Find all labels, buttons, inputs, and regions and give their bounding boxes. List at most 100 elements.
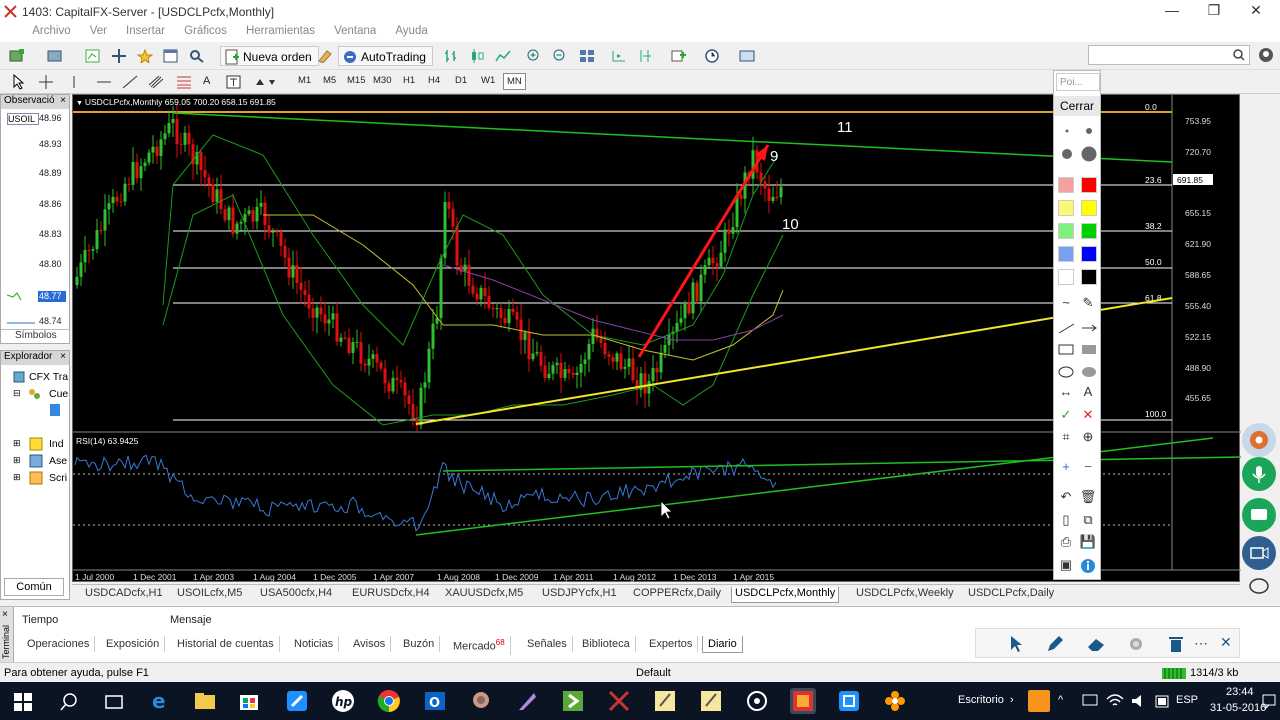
trash-icon[interactable]: 🗑 (1078, 489, 1098, 507)
symbols-tab[interactable]: Símbolos (1, 329, 69, 343)
menu-ver[interactable]: Ver (82, 24, 115, 38)
volume-icon[interactable] (1130, 693, 1148, 709)
candle-chart-icon[interactable] (466, 46, 488, 66)
chart-tab[interactable]: XAUUSDcfx,M5 (442, 587, 526, 603)
color-swatch[interactable] (1058, 177, 1074, 193)
search-icon[interactable] (1233, 49, 1245, 61)
tree-toggle[interactable]: ⊞ (13, 455, 21, 466)
chart-tab[interactable]: COPPERcfx,Daily (630, 587, 724, 603)
menu-graficos[interactable]: Gráficos (176, 24, 235, 38)
chat-icon[interactable] (1242, 498, 1276, 532)
tree-toggle[interactable]: ⊞ (13, 472, 21, 483)
flower-app-icon[interactable] (882, 688, 908, 714)
fibonacci-icon[interactable] (176, 75, 192, 89)
highlighter-icon[interactable] (1128, 636, 1144, 652)
tile-windows-icon[interactable] (576, 46, 598, 66)
horizontal-line-icon[interactable] (96, 75, 112, 89)
file-explorer-icon[interactable] (192, 688, 218, 714)
chart-tab[interactable]: USDJPYcfx,H1 (539, 587, 620, 603)
common-tab[interactable]: Común (4, 578, 64, 596)
clear-trash-icon[interactable] (1168, 635, 1184, 653)
navigator-close[interactable]: × (60, 351, 66, 362)
minimize-button[interactable]: — (1152, 2, 1192, 22)
desktop-chevron-icon[interactable]: › (1010, 694, 1014, 706)
autotrading-button[interactable]: AutoTrading (338, 46, 433, 66)
strategy-tester-icon[interactable] (186, 46, 208, 66)
tf-d1[interactable]: D1 (455, 75, 467, 86)
green-app-icon[interactable] (560, 688, 586, 714)
clock-date[interactable]: 31-05-2016 (1210, 702, 1266, 714)
battery-icon[interactable] (1154, 693, 1170, 709)
video-camera-icon[interactable] (1242, 536, 1276, 570)
symbol-cell[interactable]: USOIL (7, 113, 39, 125)
tab-biblioteca[interactable]: Biblioteca (577, 636, 636, 652)
chart-tab[interactable]: USA500cfx,H4 (257, 587, 335, 603)
tf-m1[interactable]: M1 (298, 75, 311, 86)
color-swatch[interactable] (1081, 200, 1097, 216)
media-icon[interactable] (744, 688, 770, 714)
crop-icon[interactable]: ⌗ (1056, 429, 1076, 447)
bar-chart-icon[interactable] (440, 46, 462, 66)
arrows-icon[interactable] (254, 75, 276, 89)
autoscroll-icon[interactable] (608, 46, 630, 66)
close-button[interactable]: ✕ (1236, 2, 1276, 22)
tf-h1[interactable]: H1 (403, 75, 415, 86)
tray-expand-icon[interactable]: ^ (1058, 694, 1063, 706)
trendline-icon[interactable] (122, 75, 138, 89)
brush-size-icon[interactable] (1058, 123, 1098, 163)
tab-buzon[interactable]: Buzón (398, 636, 441, 652)
tf-m15[interactable]: M15 (347, 75, 365, 86)
app-badge-icon[interactable] (1028, 690, 1050, 712)
vertical-line-icon[interactable] (72, 76, 76, 88)
pen-icon[interactable]: ~ (1056, 295, 1076, 313)
tree-item-experts[interactable]: Ase (49, 455, 67, 467)
market-watch-icon[interactable] (82, 46, 104, 66)
pen-tool-icon[interactable] (1046, 635, 1064, 653)
rectangle-icon[interactable] (1058, 343, 1098, 357)
favorites-icon[interactable] (134, 46, 156, 66)
notes-icon[interactable] (652, 688, 678, 714)
windows-start-icon[interactable] (14, 693, 32, 711)
color-swatch[interactable] (1058, 246, 1074, 262)
text-label-icon[interactable] (226, 75, 242, 89)
close-drawing-button[interactable]: Cerrar (1054, 96, 1100, 116)
plus-icon[interactable]: + (1056, 459, 1076, 477)
line-tools-icon[interactable] (1058, 321, 1098, 335)
outlook-icon[interactable]: O (422, 688, 448, 714)
menu-ayuda[interactable]: Ayuda (387, 24, 435, 38)
color-swatch[interactable] (1081, 269, 1097, 285)
tab-expertos[interactable]: Expertos (644, 636, 699, 652)
color-swatch[interactable] (1058, 223, 1074, 239)
zoom-in-icon[interactable] (524, 46, 546, 66)
menu-ventana[interactable]: Ventana (326, 24, 384, 38)
templates-icon[interactable] (736, 46, 758, 66)
tab-exposicion[interactable]: Exposición (101, 636, 166, 652)
ellipse-icon[interactable] (1058, 365, 1098, 379)
new-chart-icon[interactable] (6, 46, 28, 66)
feather-app-icon[interactable] (514, 688, 540, 714)
tab-historial[interactable]: Historial de cuentas (172, 636, 280, 652)
app-blue-icon[interactable] (284, 688, 310, 714)
chart-shift-icon[interactable] (634, 46, 656, 66)
metaeditor-icon[interactable] (314, 46, 336, 66)
indicators-icon[interactable] (668, 46, 690, 66)
col-time-header[interactable]: Tiempo (22, 614, 58, 626)
tab-avisos[interactable]: Avisos (348, 636, 392, 652)
cancel-icon[interactable]: ✕ (1078, 407, 1098, 425)
wifi-icon[interactable] (1106, 693, 1124, 709)
periods-icon[interactable] (702, 46, 724, 66)
tab-senales[interactable]: Señales (522, 636, 573, 652)
tab-noticias[interactable]: Noticias (289, 636, 340, 652)
pointer-icon[interactable] (1008, 635, 1024, 653)
menu-insertar[interactable]: Insertar (118, 24, 173, 38)
brain-app-icon[interactable] (468, 688, 494, 714)
terminal-icon[interactable] (160, 46, 182, 66)
new-page-icon[interactable]: ▯ (1056, 512, 1076, 530)
zoom-area-icon[interactable]: ⊕ (1078, 429, 1098, 447)
tab-diario[interactable]: Diario (702, 636, 743, 653)
tf-m5[interactable]: M5 (323, 75, 336, 86)
action-center-icon[interactable] (1262, 693, 1276, 709)
crosshair-icon[interactable] (38, 74, 54, 90)
cursor-icon[interactable] (12, 74, 26, 90)
color-swatch[interactable] (1081, 223, 1097, 239)
